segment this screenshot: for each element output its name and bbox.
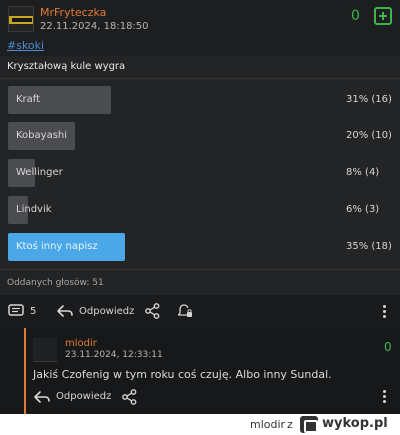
reply-icon[interactable] — [57, 304, 73, 318]
post-header: MrFryteczka 22.11.2024, 18:18:50 0 #skok… — [0, 0, 400, 56]
poll-option-label: Ktoś inny napisz — [16, 241, 98, 252]
comments-icon[interactable] — [8, 304, 24, 318]
poll-option-result: 35% (18) — [346, 241, 392, 252]
poll-option-label: Kobayashi — [16, 130, 68, 141]
post-author[interactable]: MrFryteczka — [40, 6, 106, 19]
share-icon[interactable] — [122, 389, 137, 405]
comment-date: 23.11.2024, 12:33:11 — [65, 350, 163, 360]
footer-username: mlodir — [250, 418, 286, 431]
comment-author[interactable]: mlodir — [65, 338, 97, 349]
footer-separator: z — [287, 418, 293, 431]
poll-option[interactable]: Lindvik 6% (3) — [0, 196, 400, 228]
poll-option-result: 20% (10) — [346, 130, 392, 141]
source-footer: mlodir z wykop.pl — [0, 414, 400, 435]
poll-option-label: Lindvik — [16, 204, 52, 215]
poll-option-result: 6% (3) — [346, 204, 380, 215]
post-vote-count: 0 — [351, 8, 360, 24]
footer-site: wykop.pl — [322, 416, 388, 431]
post-actions: 5 Odpowiedz — [0, 295, 400, 327]
post-tag-link[interactable]: #skoki — [7, 39, 44, 52]
poll-option[interactable]: Wellinger 8% (4) — [0, 159, 400, 191]
comment-avatar[interactable] — [33, 338, 57, 362]
poll-option-selected[interactable]: Ktoś inny napisz 35% (18) — [0, 233, 400, 265]
reply-icon[interactable] — [34, 390, 50, 404]
kebab-menu-icon[interactable] — [383, 390, 387, 405]
plus-vote-icon[interactable] — [374, 7, 392, 25]
comment-vote-count: 0 — [384, 340, 392, 354]
poll-total-votes: Oddanych głosów: 51 — [7, 278, 104, 288]
post-date: 22.11.2024, 18:18:50 — [40, 21, 149, 32]
poll-title: Kryształową kule wygra — [7, 61, 126, 72]
comment-text: Jakiś Czofenig w tym roku coś czuję. Alb… — [33, 368, 332, 381]
author-avatar[interactable] — [8, 6, 34, 32]
bell-lock-icon[interactable] — [177, 303, 193, 319]
comment: mlodir 23.11.2024, 12:33:11 0 Jakiś Czof… — [0, 328, 400, 414]
divider — [0, 78, 400, 79]
comment-accent-border — [24, 328, 26, 414]
comments-count[interactable]: 5 — [30, 306, 36, 317]
poll-option-label: Kraft — [16, 94, 41, 105]
poll-option[interactable]: Kobayashi 20% (10) — [0, 122, 400, 154]
wykop-logo-icon — [300, 416, 318, 433]
share-icon[interactable] — [145, 303, 160, 319]
kebab-menu-icon[interactable] — [383, 305, 387, 320]
poll-option-label: Wellinger — [16, 167, 63, 178]
poll: Kryształową kule wygra Kraft 31% (16) Ko… — [0, 56, 400, 295]
reply-button[interactable]: Odpowiedz — [79, 306, 134, 317]
comment-reply-button[interactable]: Odpowiedz — [56, 391, 111, 402]
poll-option-result: 31% (16) — [346, 94, 392, 105]
divider — [0, 269, 400, 270]
poll-option-result: 8% (4) — [346, 167, 380, 178]
poll-option[interactable]: Kraft 31% (16) — [0, 86, 400, 118]
